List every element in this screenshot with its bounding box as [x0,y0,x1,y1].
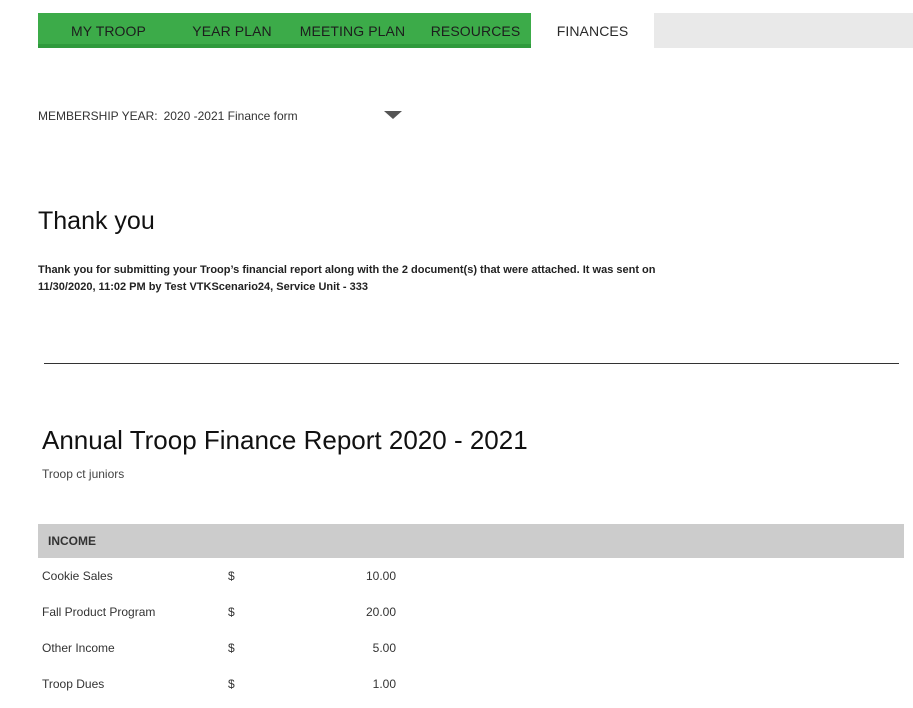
currency-symbol: $ [228,641,235,655]
membership-year-selector: MEMBERSHIP YEAR: 2020 -2021 Finance form [38,109,402,123]
troop-name: Troop ct juniors [42,467,125,481]
income-row-amount: 20.00 [365,605,396,619]
income-row-troop-dues: Troop Dues $ 1.00 [38,666,904,702]
income-table: Cookie Sales $ 10.00 Fall Product Progra… [38,558,904,702]
income-row-label: Fall Product Program [42,605,156,619]
income-row-amount: 5.00 [372,641,396,655]
thank-you-message-line1: Thank you for submitting your Troop’s fi… [38,264,656,276]
currency-symbol: $ [228,677,235,691]
tab-year-plan[interactable]: YEAR PLAN [179,13,285,48]
chevron-down-icon[interactable] [383,111,402,119]
income-header-label: INCOME [48,534,96,548]
income-row-label: Troop Dues [42,677,105,691]
thank-you-heading: Thank you [38,207,155,235]
tab-finances[interactable]: FINANCES [531,13,654,48]
tab-meeting-plan[interactable]: MEETING PLAN [285,13,420,48]
income-row-label: Other Income [42,641,115,655]
income-row-label: Cookie Sales [42,569,113,583]
income-section-header: INCOME [38,524,904,558]
tab-resources[interactable]: RESOURCES [420,13,531,48]
report-title: Annual Troop Finance Report 2020 - 2021 [42,425,528,455]
currency-symbol: $ [228,569,235,583]
section-divider [44,363,899,364]
membership-year-label: MEMBERSHIP YEAR: [38,109,158,123]
income-row-fall-product-program: Fall Product Program $ 20.00 [38,594,904,630]
main-nav: MY TROOP YEAR PLAN MEETING PLAN RESOURCE… [38,13,654,48]
income-row-amount: 10.00 [365,569,396,583]
membership-year-value[interactable]: 2020 -2021 Finance form [164,109,298,123]
thank-you-message-line2: 11/30/2020, 11:02 PM by Test VTKScenario… [38,281,368,293]
income-row-cookie-sales: Cookie Sales $ 10.00 [38,558,904,594]
tab-my-troop[interactable]: MY TROOP [38,13,179,48]
currency-symbol: $ [228,605,235,619]
income-row-other-income: Other Income $ 5.00 [38,630,904,666]
income-row-amount: 1.00 [372,677,396,691]
thank-you-message: Thank you for submitting your Troop’s fi… [38,262,898,296]
